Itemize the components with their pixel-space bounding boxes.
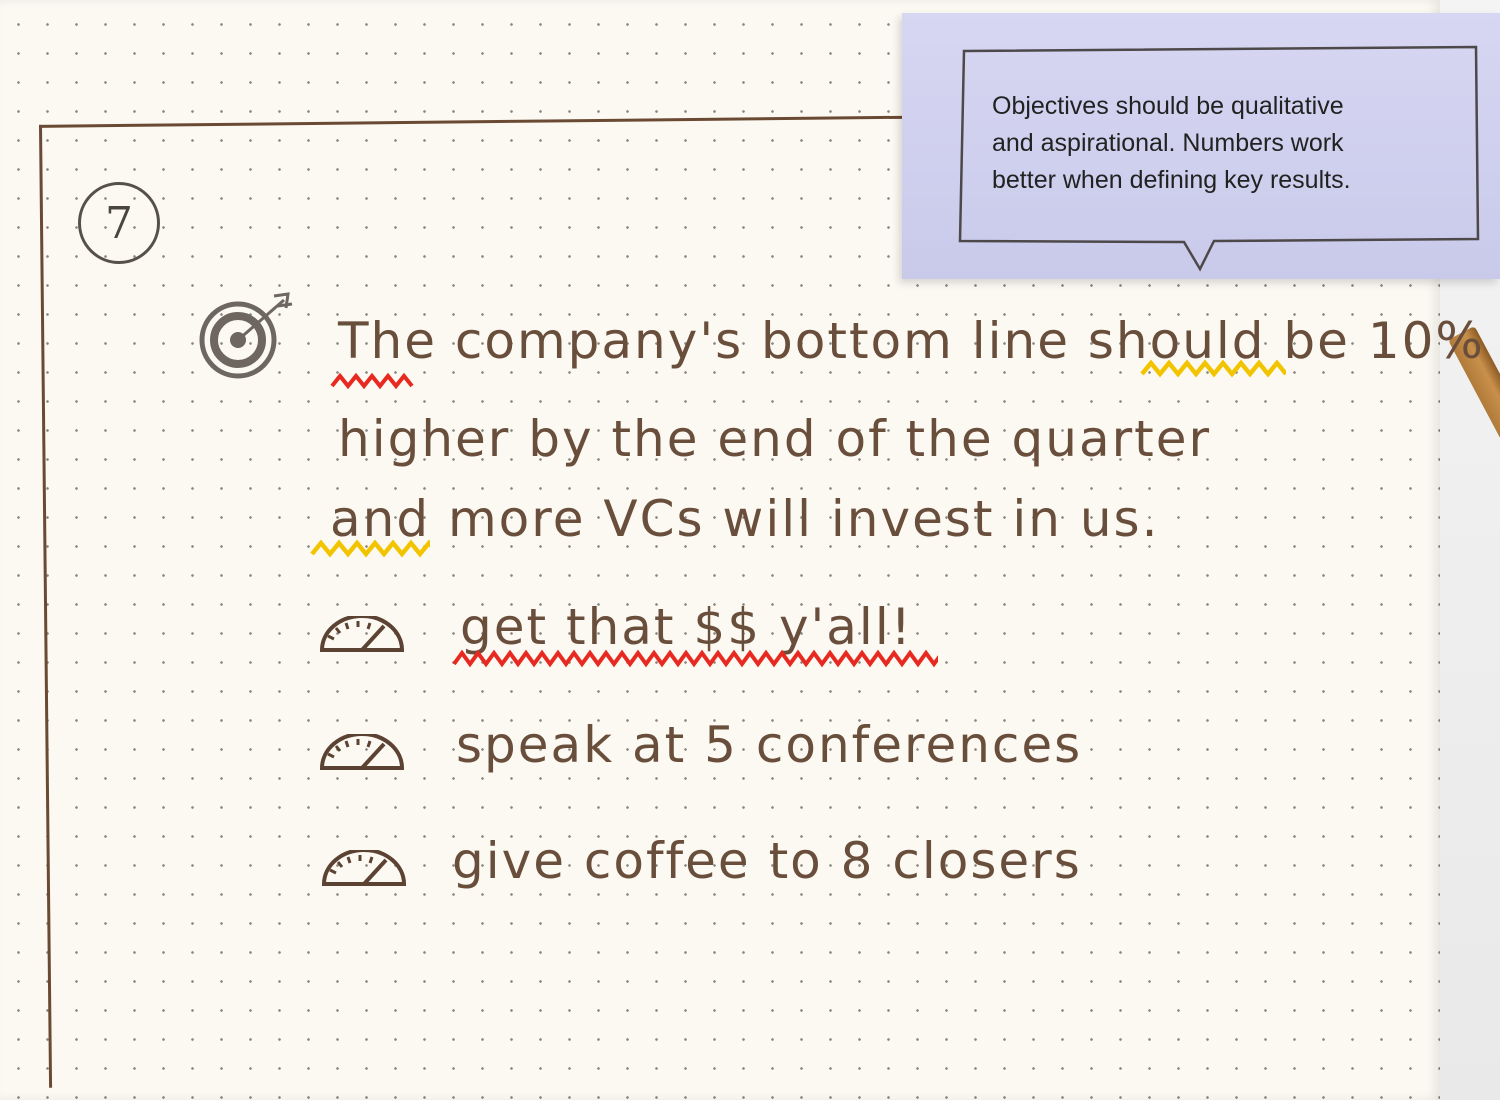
objective-line-1: The company's bottom line should be 10% xyxy=(338,312,1485,370)
gauge-icon xyxy=(321,850,407,886)
note-text: Objectives should be qualitative and asp… xyxy=(992,88,1452,199)
step-number: 7 xyxy=(105,197,133,249)
red-squiggle-key-result-1 xyxy=(452,649,938,668)
target-icon xyxy=(199,292,293,379)
yellow-squiggle-and xyxy=(310,539,430,558)
note-line-2: and aspirational. Numbers work xyxy=(992,129,1344,157)
step-number-badge: 7 xyxy=(78,182,160,264)
note-line-3: better when defining key results. xyxy=(992,166,1351,194)
objective-line-2: higher by the end of the quarter xyxy=(338,410,1212,468)
gauge-icon xyxy=(319,734,405,770)
yellow-squiggle-10-percent xyxy=(1140,359,1286,378)
note-line-1: Objectives should be qualitative xyxy=(992,92,1344,120)
red-squiggle-the xyxy=(330,372,414,390)
key-result-2: speak at 5 conferences xyxy=(456,716,1083,774)
objective-line-3: and more VCs will invest in us. xyxy=(330,490,1160,548)
sticky-note: Objectives should be qualitative and asp… xyxy=(902,13,1500,279)
key-result-3: give coffee to 8 closers xyxy=(452,832,1082,890)
gauge-icon xyxy=(319,616,405,652)
